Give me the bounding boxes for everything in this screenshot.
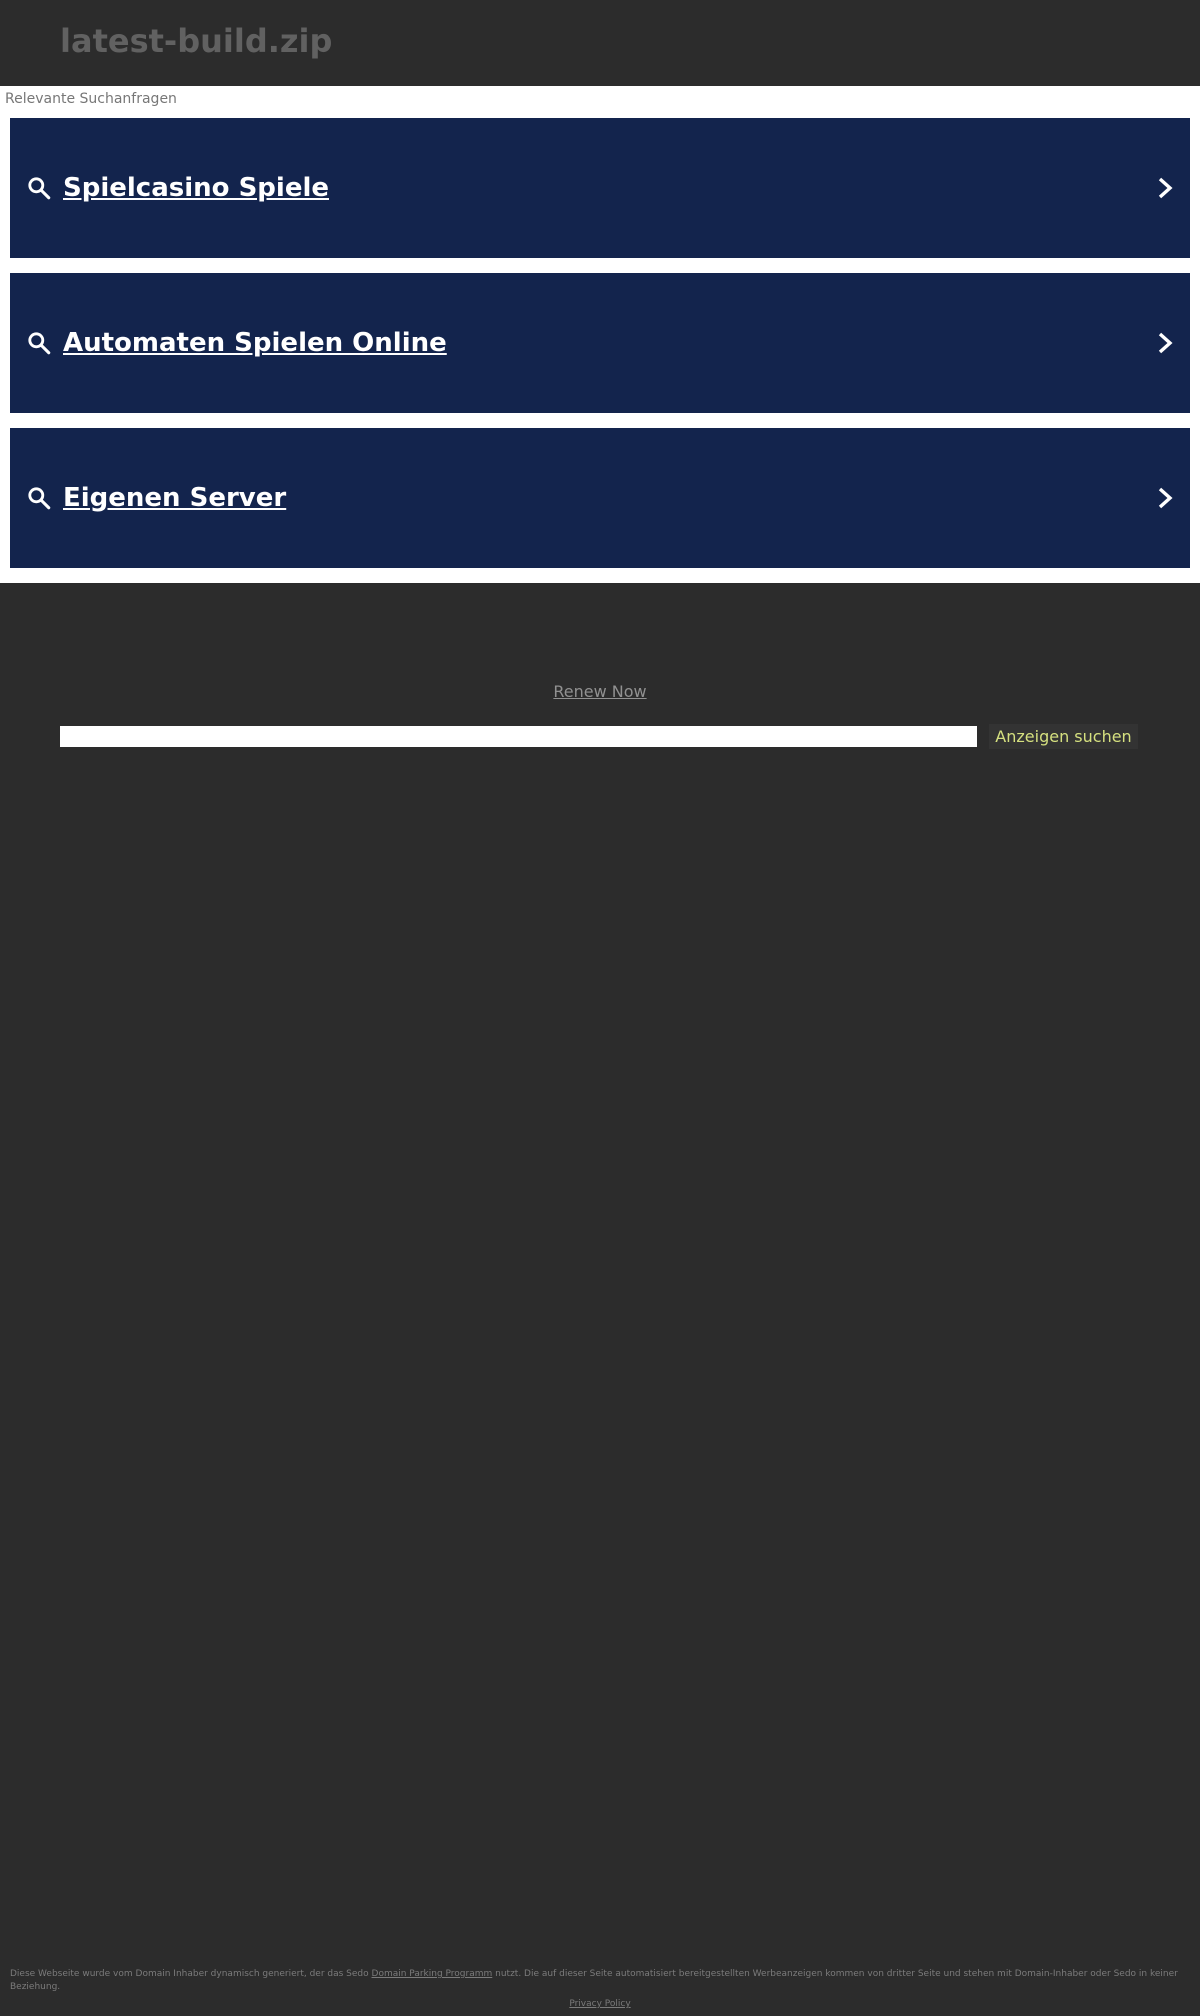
disclaimer-text: Diese Webseite wurde vom Domain Inhaber … (10, 1969, 372, 1979)
related-searches: Relevante Suchanfragen Spielcasino Spiel… (0, 86, 1200, 583)
footer-disclaimer: Diese Webseite wurde vom Domain Inhaber … (10, 1968, 1190, 1994)
related-search-label: Eigenen Server (63, 483, 287, 513)
chevron-right-icon (1158, 177, 1173, 199)
search-icon (28, 332, 51, 355)
related-search-link-3[interactable]: Eigenen Server (10, 428, 1190, 568)
privacy-section: Privacy Policy (0, 1999, 1200, 2009)
domain-parking-link[interactable]: Domain Parking Programm (372, 1969, 493, 1979)
ad-search-form: Anzeigen suchen (60, 724, 1138, 749)
related-search-link-1[interactable]: Spielcasino Spiele (10, 118, 1190, 258)
related-search-label: Spielcasino Spiele (63, 173, 329, 203)
search-icon (28, 177, 51, 200)
related-searches-heading: Relevante Suchanfragen (5, 91, 177, 107)
search-icon (28, 487, 51, 510)
header: latest-build.zip (0, 0, 1200, 86)
related-search-label: Automaten Spielen Online (63, 328, 447, 358)
chevron-right-icon (1158, 487, 1173, 509)
renew-section: Renew Now (0, 682, 1200, 701)
privacy-policy-link[interactable]: Privacy Policy (569, 1999, 630, 2009)
search-ads-button[interactable]: Anzeigen suchen (989, 724, 1138, 749)
renew-now-link[interactable]: Renew Now (553, 682, 646, 701)
search-input[interactable] (60, 726, 977, 747)
chevron-right-icon (1158, 332, 1173, 354)
domain-title: latest-build.zip (60, 22, 333, 60)
related-search-link-2[interactable]: Automaten Spielen Online (10, 273, 1190, 413)
